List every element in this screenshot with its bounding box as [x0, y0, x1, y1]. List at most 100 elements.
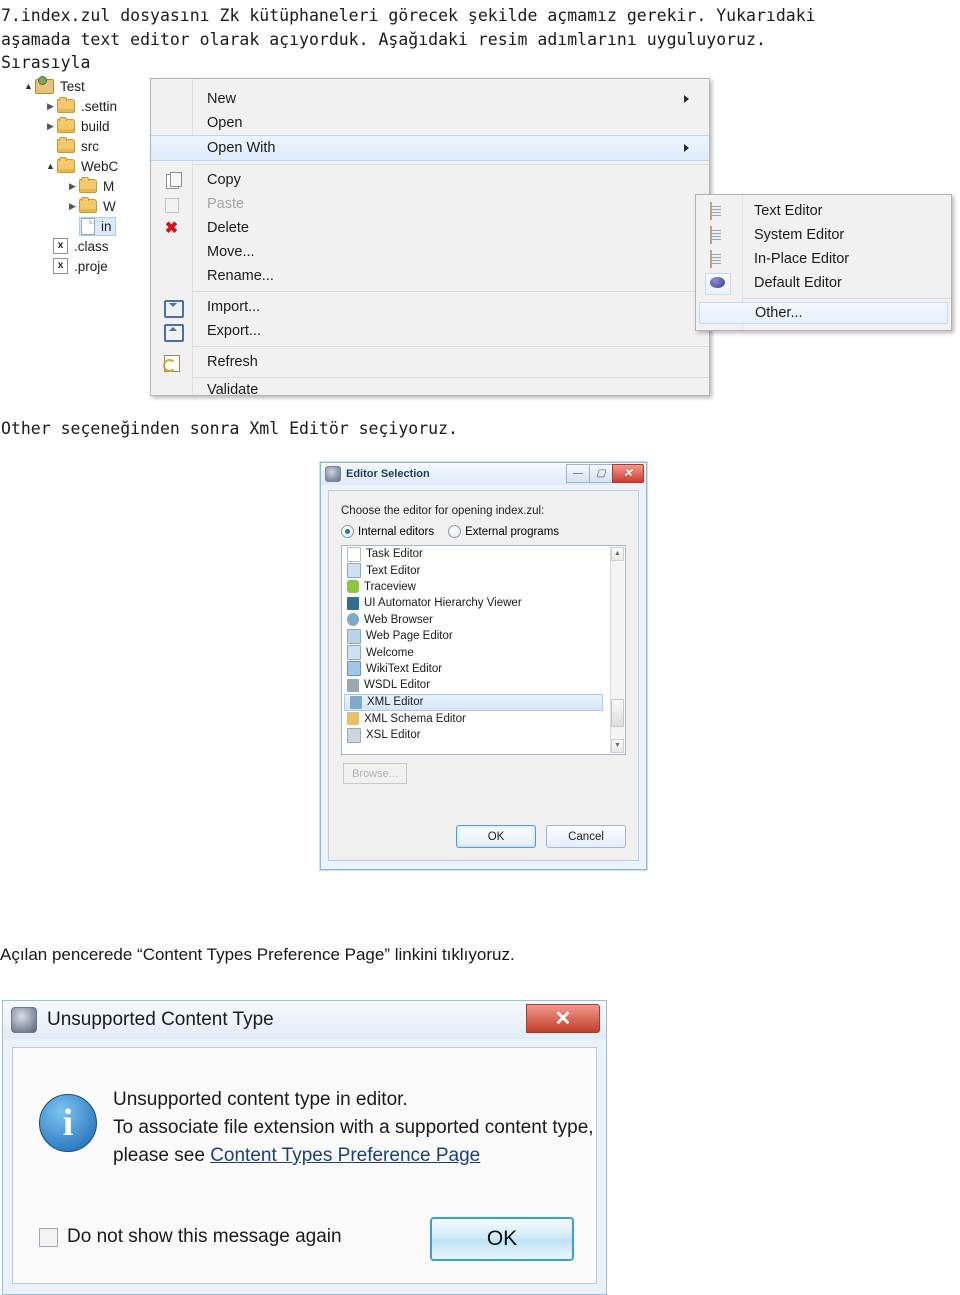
eclipse-app-icon — [11, 1007, 37, 1033]
dialog-prompt: Choose the editor for opening index.zul: — [341, 505, 545, 517]
submenu-item-label: System Editor — [754, 227, 845, 243]
menu-item-rename[interactable]: Rename... — [151, 264, 709, 288]
list-item-label: WikiText Editor — [366, 662, 443, 675]
list-item[interactable]: Web Browser — [342, 612, 625, 628]
expand-arrow-icon[interactable]: ▲ — [22, 81, 35, 91]
editor-selection-dialog: Editor Selection — ▢ ✕ Choose the editor… — [320, 462, 647, 870]
list-item-label: WSDL Editor — [364, 679, 431, 692]
list-item[interactable]: Web Page Editor — [342, 628, 625, 644]
tree-node-index-selected[interactable]: in — [22, 216, 118, 236]
list-item[interactable]: Traceview — [342, 579, 625, 595]
radio-dot-icon — [448, 525, 462, 538]
list-item[interactable]: WSDL Editor — [342, 677, 625, 693]
close-button[interactable]: ✕ — [526, 1004, 600, 1033]
context-menu[interactable]: New Open Open With Copy Paste ✖ Delete M… — [150, 78, 710, 399]
ok-button[interactable]: OK — [430, 1217, 574, 1261]
scroll-down-button[interactable]: ▼ — [611, 739, 624, 753]
message-line-2: To associate file extension with a suppo… — [113, 1117, 594, 1138]
list-item[interactable]: Text Editor — [342, 562, 625, 579]
scrollbar-thumb[interactable] — [611, 699, 624, 727]
open-with-submenu[interactable]: Text Editor System Editor In-Place Edito… — [695, 194, 952, 331]
menu-item-open[interactable]: Open — [151, 111, 709, 135]
submenu-item-in-place-editor[interactable]: In-Place Editor — [696, 247, 951, 271]
menu-item-label: Import... — [207, 299, 261, 315]
menu-item-export[interactable]: Export... — [151, 319, 709, 343]
xsl-editor-icon — [347, 727, 361, 743]
tree-node-w[interactable]: ▶ W — [22, 196, 118, 216]
maximize-button[interactable]: ▢ — [589, 464, 613, 483]
menu-item-label: Copy — [207, 172, 241, 188]
tree-node-build[interactable]: ▶ build — [22, 116, 118, 136]
folder-icon — [57, 157, 75, 173]
radio-dot-icon — [341, 525, 354, 538]
text-editor-icon — [347, 563, 361, 579]
folder-icon — [57, 97, 75, 113]
expand-arrow-icon[interactable]: ▶ — [66, 181, 79, 192]
ok-button[interactable]: OK — [456, 825, 536, 848]
expand-arrow-icon[interactable]: ▶ — [44, 121, 57, 132]
caption-other-option: Other seçeneğinden sonra Xml Editör seçi… — [1, 419, 458, 438]
do-not-show-again-row[interactable]: Do not show this message again — [39, 1226, 342, 1248]
menu-item-new[interactable]: New — [151, 87, 709, 111]
dialog-title-bar: Editor Selection — ▢ ✕ — [321, 463, 646, 485]
tree-node-project[interactable]: x .proje — [22, 256, 118, 276]
list-item-label: XML Editor — [367, 696, 424, 709]
tree-node-webcontent[interactable]: ▲ WebC — [22, 156, 118, 176]
menu-item-label: Delete — [207, 220, 249, 236]
menu-item-move[interactable]: Move... — [151, 240, 709, 264]
paste-icon — [162, 196, 179, 213]
expand-arrow-icon[interactable]: ▶ — [66, 201, 79, 212]
radio-internal-editors[interactable]: Internal editors — [341, 525, 434, 538]
menu-item-open-with[interactable]: Open With — [151, 135, 709, 161]
list-item[interactable]: UI Automator Hierarchy Viewer — [342, 595, 625, 611]
list-item[interactable]: XML Schema Editor — [342, 711, 625, 727]
checkbox[interactable] — [39, 1227, 58, 1247]
xml-schema-editor-icon — [347, 712, 359, 726]
browse-button: Browse... — [343, 763, 407, 784]
expand-arrow-icon[interactable]: ▶ — [44, 101, 57, 112]
list-item[interactable]: WikiText Editor — [342, 661, 625, 677]
xml-editor-icon — [350, 695, 362, 709]
menu-separator — [192, 377, 709, 378]
info-icon: i — [39, 1094, 97, 1152]
menu-item-copy[interactable]: Copy — [151, 168, 709, 192]
tree-node-label: in — [101, 218, 112, 234]
scroll-up-button[interactable]: ▲ — [611, 547, 624, 561]
menu-item-label: Rename... — [207, 268, 274, 284]
submenu-item-label: Default Editor — [754, 275, 842, 291]
cancel-button[interactable]: Cancel — [546, 825, 626, 848]
submenu-item-default-editor[interactable]: Default Editor — [696, 271, 951, 295]
list-item[interactable]: XSL Editor — [342, 727, 625, 743]
submenu-item-system-editor[interactable]: System Editor — [696, 223, 951, 247]
list-item-label: Text Editor — [366, 564, 421, 577]
tree-node-test[interactable]: ▲ Test — [22, 75, 118, 96]
minimize-button[interactable]: — — [566, 464, 590, 483]
tree-node-settings[interactable]: ▶ .settin — [22, 96, 118, 116]
content-types-preference-page-link[interactable]: Content Types Preference Page — [210, 1145, 480, 1166]
menu-item-refresh[interactable]: Refresh — [151, 350, 709, 374]
tree-node-src[interactable]: src — [22, 136, 118, 156]
expand-arrow-icon[interactable]: ▲ — [44, 161, 57, 171]
list-item[interactable]: Task Editor — [342, 546, 625, 562]
tree-node-label: build — [81, 118, 110, 134]
list-item-selected[interactable]: XML Editor — [344, 693, 603, 711]
menu-item-import[interactable]: Import... — [151, 295, 709, 319]
web-browser-icon — [347, 613, 359, 627]
list-scrollbar[interactable]: ▲ ▼ — [610, 547, 624, 753]
tree-node-label: WebC — [81, 158, 119, 174]
dialog-title: Unsupported Content Type — [47, 1009, 274, 1030]
list-item[interactable]: Welcome — [342, 644, 625, 661]
close-button[interactable]: ✕ — [612, 464, 644, 483]
menu-item-validate[interactable]: Validate — [151, 381, 709, 399]
submenu-item-text-editor[interactable]: Text Editor — [696, 199, 951, 223]
list-item-label: Web Page Editor — [366, 630, 453, 643]
radio-label: External programs — [465, 525, 560, 538]
menu-item-delete[interactable]: ✖ Delete — [151, 216, 709, 240]
editor-list[interactable]: Task Editor Text Editor Traceview UI Aut… — [341, 545, 626, 755]
tree-node-m[interactable]: ▶ M — [22, 176, 118, 196]
radio-external-programs[interactable]: External programs — [448, 525, 559, 538]
submenu-item-other[interactable]: Other... — [699, 302, 948, 324]
dialog-buttons: OK Cancel — [456, 825, 626, 848]
tree-node-classpath[interactable]: x .class — [22, 236, 118, 256]
x-file-icon: x — [53, 238, 68, 254]
